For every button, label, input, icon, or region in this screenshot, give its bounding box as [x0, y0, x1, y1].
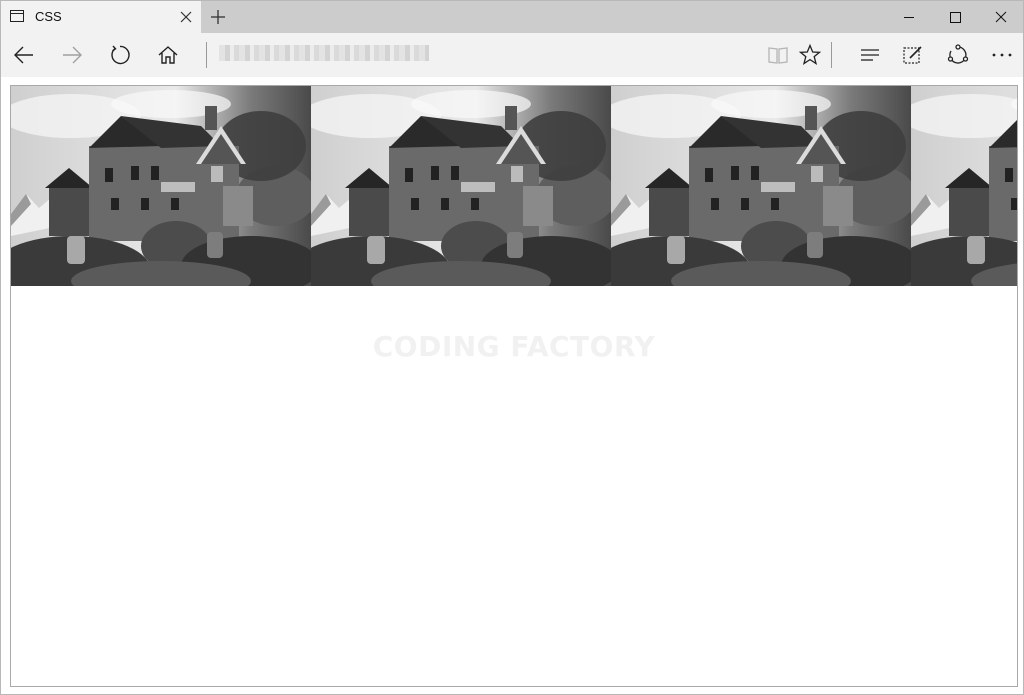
close-icon[interactable] [978, 1, 1024, 33]
watermark-text: CODING FACTORY [372, 330, 656, 363]
tab-title: CSS [35, 9, 62, 24]
hub-icon[interactable] [858, 43, 882, 67]
title-bar: CSS [1, 1, 1023, 33]
banner-image-strip [11, 86, 1017, 286]
active-tab[interactable]: CSS [1, 1, 201, 33]
maximize-icon[interactable] [932, 1, 978, 33]
navigation-bar [1, 33, 1023, 77]
toolbar-separator [831, 42, 832, 68]
banner-tile-image [11, 86, 311, 286]
arrow-right-icon[interactable] [60, 43, 84, 67]
more-icon[interactable] [990, 43, 1014, 67]
arrow-left-icon[interactable] [12, 43, 36, 67]
banner-tile-image [611, 86, 911, 286]
browser-window: CSS CODING FACTORY [0, 0, 1024, 695]
address-bar[interactable] [219, 45, 429, 61]
home-icon[interactable] [156, 43, 180, 67]
page-viewport: CODING FACTORY [1, 77, 1023, 694]
book-icon[interactable] [766, 43, 790, 67]
banner-tile-image [911, 86, 1017, 286]
pen-note-icon[interactable] [901, 43, 925, 67]
banner-tile-image [311, 86, 611, 286]
content-box: CODING FACTORY [10, 85, 1018, 687]
star-icon[interactable] [798, 43, 822, 67]
close-icon[interactable] [177, 8, 195, 26]
minimize-icon[interactable] [886, 1, 932, 33]
share-icon[interactable] [946, 43, 970, 67]
plus-icon[interactable] [208, 7, 228, 27]
address-separator [206, 42, 207, 68]
browser-tab-icon [10, 10, 24, 22]
refresh-icon[interactable] [108, 43, 132, 67]
